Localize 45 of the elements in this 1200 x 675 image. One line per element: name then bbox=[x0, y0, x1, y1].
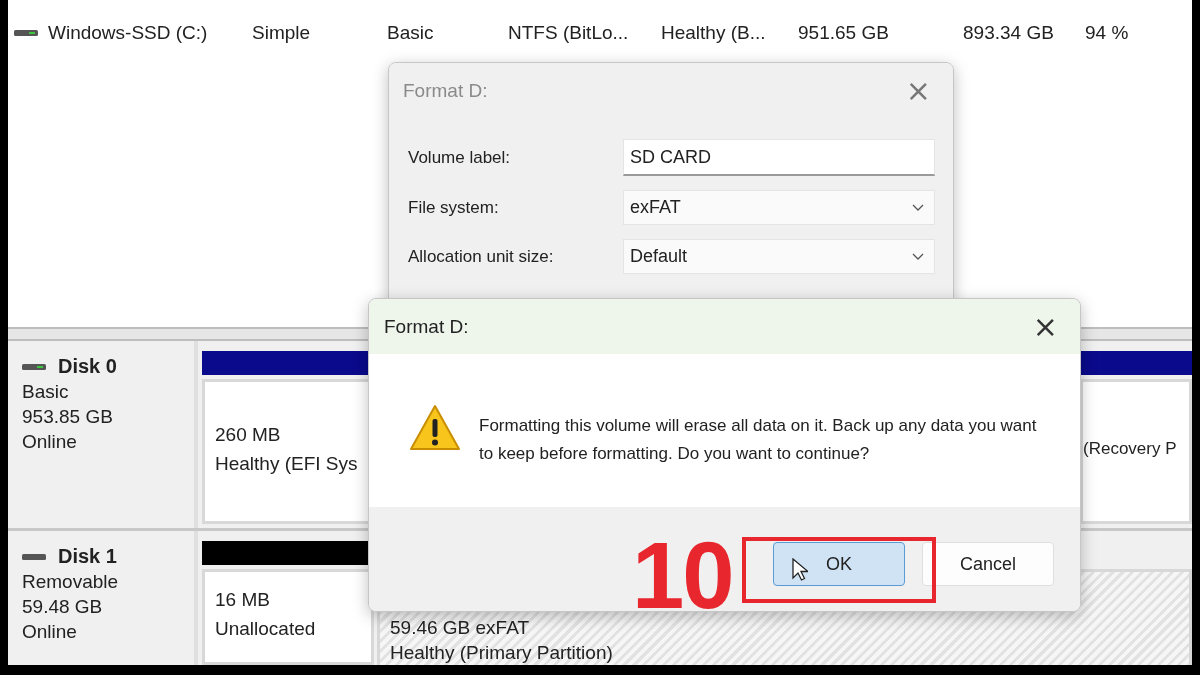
field-label: File system: bbox=[408, 197, 500, 218]
warning-message: Formatting this volume will erase all data on it. Back up any data you want to keep before formatting. Do you want to continue? bbox=[479, 415, 1038, 465]
table-cell-text: 94 % bbox=[1085, 22, 1130, 44]
text-field[interactable]: SD CARD bbox=[623, 139, 935, 176]
dropdown[interactable]: exFAT bbox=[623, 190, 935, 225]
dialog-title: Format D: bbox=[384, 315, 469, 338]
dialog-title: Format D: bbox=[403, 80, 488, 102]
disk-status: Online bbox=[22, 431, 78, 453]
disk-size: 59.48 GB bbox=[22, 596, 104, 618]
table-cell-text: Simple bbox=[252, 22, 312, 44]
partition[interactable]: (Recovery P bbox=[1080, 379, 1192, 524]
chevron-down-icon bbox=[912, 253, 924, 260]
partition-size: 59.46 GB exFAT bbox=[390, 616, 531, 640]
cursor-icon bbox=[792, 558, 808, 582]
disk-name: Disk 1 bbox=[58, 545, 117, 568]
partition-status: Healthy (EFI Sys bbox=[215, 451, 359, 476]
disk-type: Basic bbox=[22, 381, 70, 403]
chevron-down-icon bbox=[912, 204, 924, 211]
warning-icon bbox=[409, 404, 461, 452]
table-cell-text: Basic bbox=[387, 22, 435, 44]
field-label: Volume label: bbox=[408, 147, 512, 168]
drive-icon bbox=[14, 29, 38, 37]
disk-size: 953.85 GB bbox=[22, 406, 114, 428]
table-cell-text: Windows-SSD (C:) bbox=[48, 22, 209, 44]
table-cell-text: 951.65 GB bbox=[798, 22, 890, 44]
ok-button[interactable]: OK bbox=[773, 542, 905, 586]
close-button[interactable]: × bbox=[899, 76, 937, 106]
disk-status: Online bbox=[22, 621, 78, 643]
partition-status: Unallocated bbox=[215, 617, 317, 641]
table-cell-text: NTFS (BitLo... bbox=[508, 22, 630, 44]
disk-type: Removable bbox=[22, 571, 120, 593]
partition[interactable]: 16 MB Unallocated bbox=[202, 569, 374, 665]
drive-icon bbox=[22, 552, 46, 561]
disk-name: Disk 0 bbox=[58, 355, 117, 378]
table-cell-text: Healthy (B... bbox=[661, 22, 767, 44]
partition-status: Healthy (Primary Partition) bbox=[390, 641, 614, 665]
partition-size: 260 MB bbox=[215, 422, 282, 447]
table-cell-text: 893.34 GB bbox=[963, 22, 1055, 44]
close-button[interactable]: × bbox=[1026, 311, 1064, 342]
drive-icon bbox=[22, 362, 46, 371]
partition-size: 16 MB bbox=[215, 588, 271, 612]
field-label: Allocation unit size: bbox=[408, 246, 555, 267]
cancel-button[interactable]: Cancel bbox=[922, 542, 1054, 586]
partition-status: (Recovery P bbox=[1083, 438, 1178, 460]
dropdown[interactable]: Default bbox=[623, 239, 935, 274]
